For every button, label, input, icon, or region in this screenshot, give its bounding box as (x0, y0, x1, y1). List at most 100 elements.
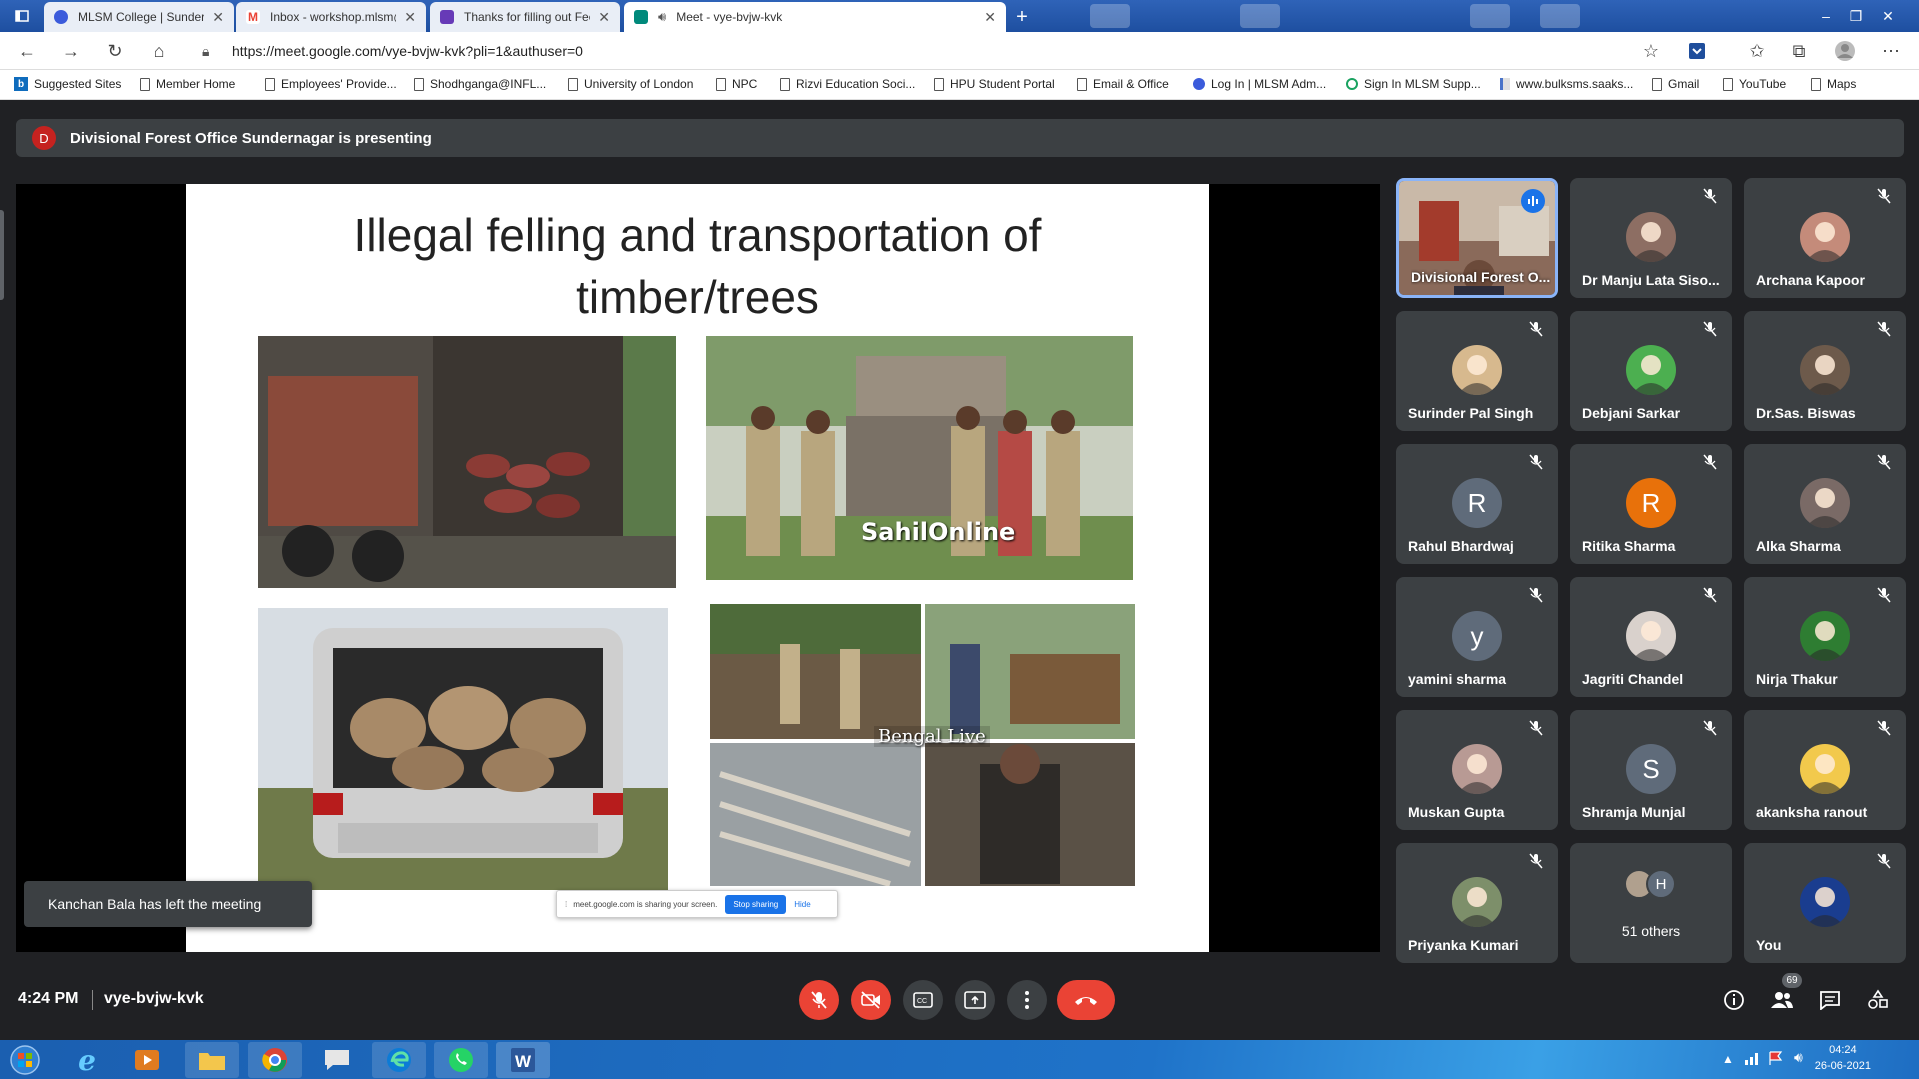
participant-tile[interactable]: akanksha ranout (1744, 710, 1906, 830)
bookmark-bulksms[interactable]: www.bulksms.saaks... (1500, 77, 1633, 91)
microphone-toggle-button[interactable] (799, 980, 839, 1020)
tray-expand-icon[interactable]: ▲ (1722, 1052, 1734, 1066)
extension-icon[interactable] (1684, 38, 1710, 64)
participant-tile[interactable]: R Ritika Sharma (1570, 444, 1732, 564)
participant-tile[interactable]: You (1744, 843, 1906, 963)
hide-share-notice-button[interactable]: Hide (794, 900, 810, 909)
camera-toggle-button[interactable] (851, 980, 891, 1020)
forward-icon[interactable]: → (58, 38, 84, 64)
bookmark-gmail[interactable]: Gmail (1652, 77, 1699, 91)
message-bubble-icon (325, 1050, 349, 1070)
bookmark-mlsm-admin[interactable]: Log In | MLSM Adm... (1193, 77, 1326, 91)
add-favorite-icon[interactable]: ☆ (1638, 38, 1664, 64)
activities-button[interactable] (1862, 984, 1894, 1016)
internet-explorer-app[interactable]: e (60, 1042, 114, 1078)
back-icon[interactable]: ← (14, 38, 40, 64)
favorites-icon[interactable]: ✩ (1744, 38, 1770, 64)
page-icon (568, 77, 578, 91)
lock-icon[interactable]: 🔒︎ (202, 43, 209, 60)
media-player-app[interactable] (120, 1042, 174, 1078)
close-tab-icon[interactable]: ✕ (598, 9, 610, 26)
participant-tile[interactable]: Archana Kapoor (1744, 178, 1906, 298)
address-bar[interactable]: 🔒︎ https://meet.google.com/vye-bvjw-kvk?… (190, 36, 1650, 66)
participant-tile[interactable]: Divisional Forest O... (1396, 178, 1558, 298)
drag-handle-icon[interactable]: ⁞ (565, 900, 567, 909)
file-explorer-app[interactable] (185, 1042, 239, 1078)
signal-icon[interactable] (1744, 1050, 1760, 1071)
meeting-details-button[interactable] (1718, 984, 1750, 1016)
participant-tile[interactable]: Debjani Sarkar (1570, 311, 1732, 431)
leave-call-button[interactable] (1057, 980, 1115, 1020)
participant-tile[interactable]: Nirja Thakur (1744, 577, 1906, 697)
participant-tile[interactable]: Dr Manju Lata Siso... (1570, 178, 1732, 298)
toast-text: Kanchan Bala has left the meeting (48, 896, 262, 912)
close-tab-icon[interactable]: ✕ (984, 9, 996, 26)
bookmark-npc[interactable]: NPC (716, 77, 757, 91)
participant-avatar (1800, 345, 1850, 395)
volume-icon[interactable]: 🔊︎ (1794, 1049, 1803, 1066)
profile-icon[interactable] (1832, 38, 1858, 64)
tab-title: Meet - vye-bvjw-kvk (676, 10, 783, 24)
bookmark-member-home[interactable]: Member Home (140, 77, 235, 91)
speaker-icon[interactable]: 🔊︎ (658, 9, 666, 25)
collections-icon[interactable]: ⧉ (1786, 38, 1812, 64)
site-icon (1346, 78, 1358, 90)
chrome-app[interactable] (248, 1042, 302, 1078)
bookmark-label: YouTube (1739, 77, 1787, 91)
start-button[interactable] (0, 1042, 50, 1078)
system-clock[interactable]: 04:24 26-06-2021 (1815, 1042, 1871, 1074)
chat-app[interactable] (310, 1042, 364, 1078)
close-tab-icon[interactable]: ✕ (404, 9, 416, 26)
reload-icon[interactable]: ↻ (102, 38, 128, 64)
bookmark-university-of-london[interactable]: University of London (568, 77, 693, 91)
more-vert-icon (1025, 991, 1029, 1009)
flag-icon[interactable] (1768, 1050, 1784, 1071)
bookmark-rizvi-education[interactable]: Rizvi Education Soci... (780, 77, 915, 91)
participant-tile[interactable]: Dr.Sas. Biswas (1744, 311, 1906, 431)
restore-icon[interactable]: ❐ (1842, 0, 1870, 32)
participant-tile[interactable]: Muskan Gupta (1396, 710, 1558, 830)
tab-inbox-gmail[interactable]: M Inbox - workshop.mlsm@gmail.c ✕ (236, 2, 426, 32)
close-tab-icon[interactable]: ✕ (212, 9, 224, 26)
meeting-code: vye-bvjw-kvk (104, 990, 204, 1007)
bookmark-suggested-sites[interactable]: b Suggested Sites (14, 77, 121, 91)
new-tab-button[interactable]: + (1008, 4, 1036, 30)
participant-tile[interactable]: Priyanka Kumari (1396, 843, 1558, 963)
presenter-avatar: D (32, 126, 56, 150)
bookmark-employees-provident[interactable]: Employees' Provide... (265, 77, 397, 91)
svg-text:CC: CC (917, 998, 927, 1005)
participant-tile[interactable]: Surinder Pal Singh (1396, 311, 1558, 431)
participant-tile[interactable]: Jagriti Chandel (1570, 577, 1732, 697)
close-window-icon[interactable]: ✕ (1874, 0, 1902, 32)
bookmark-maps[interactable]: Maps (1811, 77, 1856, 91)
participant-tile[interactable]: y yamini sharma (1396, 577, 1558, 697)
chat-icon (1820, 991, 1840, 1010)
home-icon[interactable]: ⌂ (146, 38, 172, 64)
bookmark-shodhganga[interactable]: Shodhganga@INFL... (414, 77, 546, 91)
tab-mlsm-college[interactable]: MLSM College | Sundernagar, M ✕ (44, 2, 234, 32)
bookmark-youtube[interactable]: YouTube (1723, 77, 1786, 91)
tab-feedback-form[interactable]: Thanks for filling out Feedback f ✕ (430, 2, 620, 32)
participant-tile[interactable]: S Shramja Munjal (1570, 710, 1732, 830)
side-panel-handle[interactable] (0, 210, 4, 300)
desktop-background-blur (1240, 4, 1280, 28)
stop-sharing-button[interactable]: Stop sharing (725, 894, 787, 914)
participants-button[interactable] (1766, 984, 1798, 1016)
window-menu-icon[interactable] (8, 0, 36, 32)
participant-tile[interactable]: Alka Sharma (1744, 444, 1906, 564)
captions-button[interactable]: CC (903, 980, 943, 1020)
more-menu-icon[interactable]: ⋯ (1878, 38, 1904, 64)
bookmark-hpu-student-portal[interactable]: HPU Student Portal (934, 77, 1055, 91)
edge-app[interactable] (372, 1042, 426, 1078)
present-now-button[interactable] (955, 980, 995, 1020)
participant-tile[interactable]: H 51 others (1570, 843, 1732, 963)
chat-button[interactable] (1814, 984, 1846, 1016)
more-options-button[interactable] (1007, 980, 1047, 1020)
participant-tile[interactable]: R Rahul Bhardwaj (1396, 444, 1558, 564)
bookmark-email-office[interactable]: Email & Office (1077, 77, 1169, 91)
bookmark-mlsm-support[interactable]: Sign In MLSM Supp... (1346, 77, 1481, 91)
tab-meet[interactable]: 🔊︎ Meet - vye-bvjw-kvk ✕ (624, 2, 1006, 32)
word-app[interactable]: W (496, 1042, 550, 1078)
whatsapp-app[interactable] (434, 1042, 488, 1078)
minimize-icon[interactable]: – (1812, 0, 1840, 32)
